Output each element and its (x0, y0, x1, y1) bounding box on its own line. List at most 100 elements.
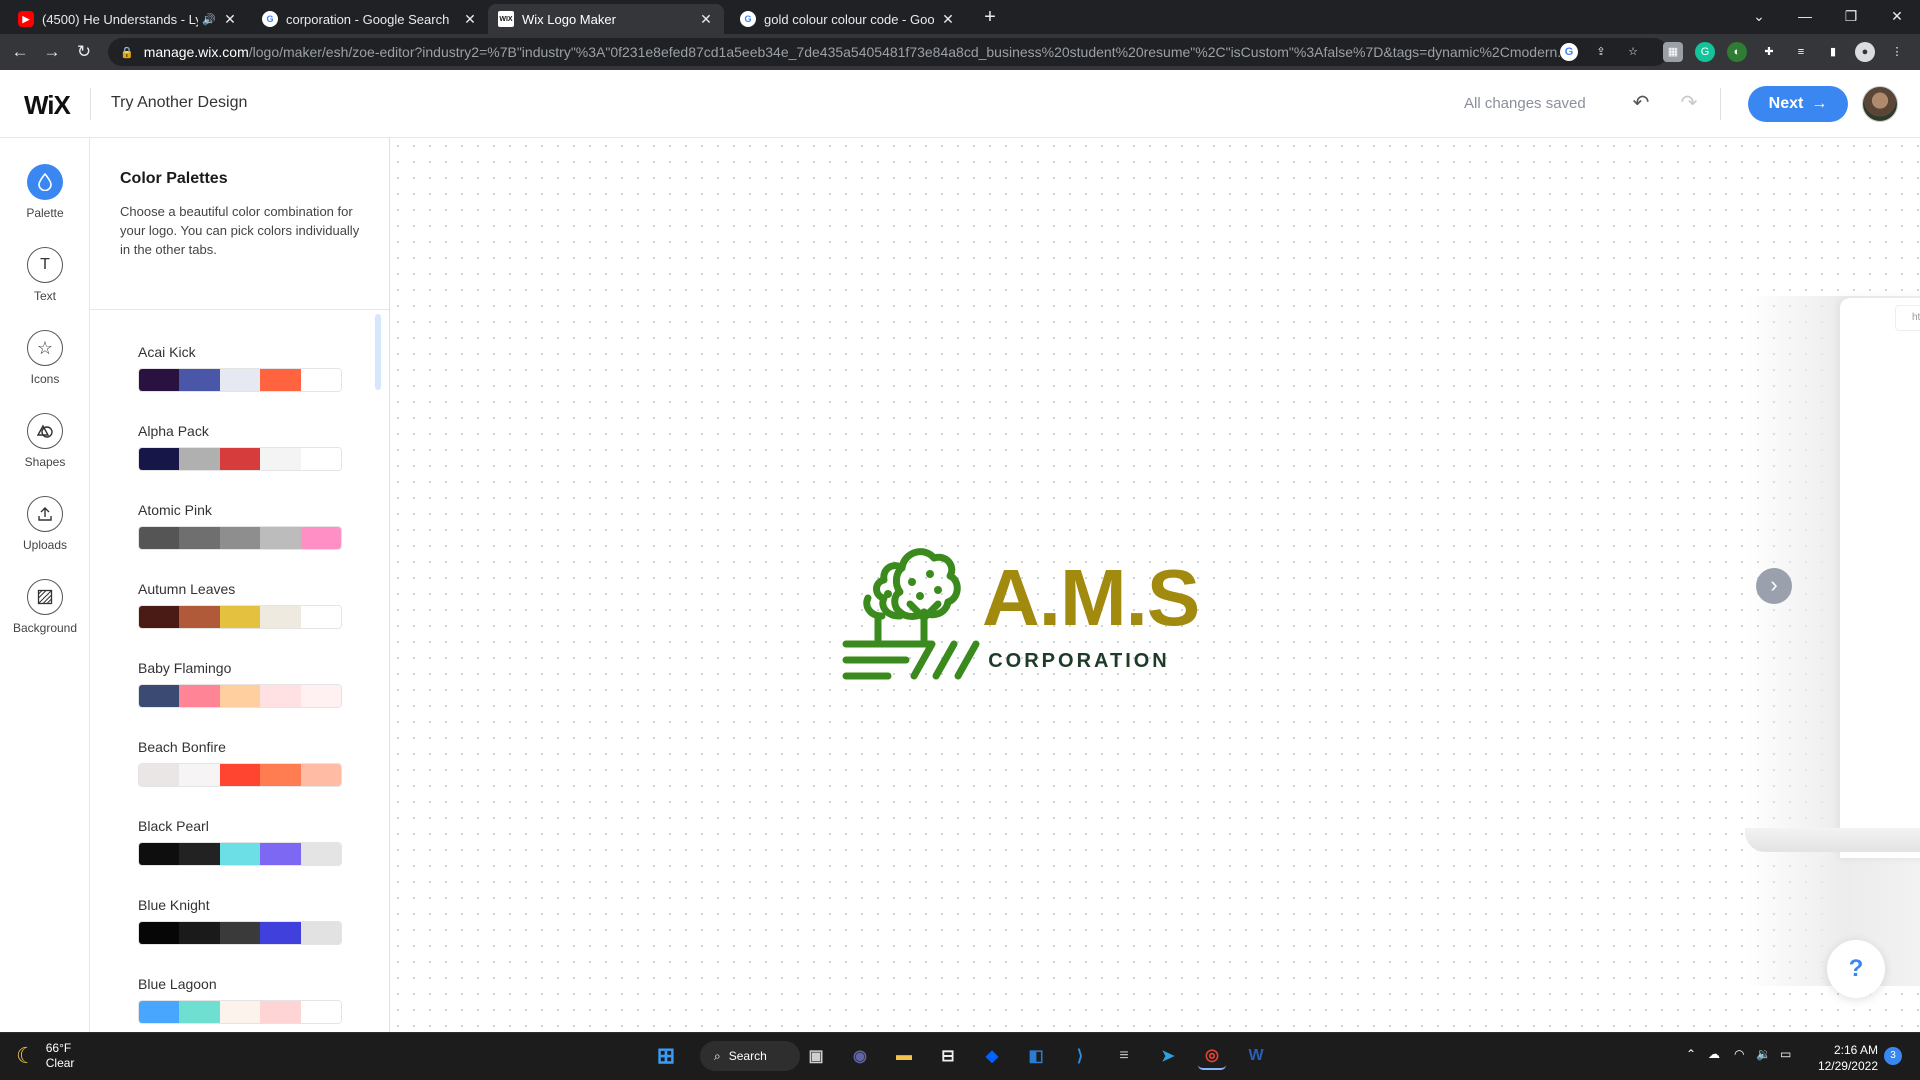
rail-item-text[interactable]: T Text (0, 247, 90, 303)
wix-icon: WIX (498, 11, 514, 27)
color-swatch (300, 606, 341, 628)
palette-list: Acai Kick Alpha Pack Atomic Pink Autumn Lea… (90, 310, 389, 1032)
extensions-puzzle-icon[interactable]: ✚ (1759, 42, 1779, 62)
address-bar[interactable]: 🔒 manage.wix.com/logo/maker/esh/zoe-edit… (108, 38, 1668, 66)
tray-chevron-up-icon[interactable]: ⌃ (1686, 1047, 1696, 1061)
back-arrow-icon[interactable]: ← (8, 40, 32, 64)
vs-code-icon[interactable]: ⟩ (1066, 1042, 1094, 1070)
next-preview-arrow-icon[interactable]: › (1756, 568, 1792, 604)
browser-tab-wix-logo-maker[interactable]: WIX Wix Logo Maker ✕ (488, 4, 724, 34)
tab-search-chevron-icon[interactable]: ⌄ (1736, 4, 1782, 28)
palette-name: Beach Bonfire (138, 739, 226, 755)
browser-tab-corporation[interactable]: G corporation - Google Search ✕ (252, 4, 488, 34)
weather-condition: Clear (45, 1056, 75, 1070)
browser-menu-icon[interactable]: ⋮ (1887, 42, 1907, 62)
user-avatar[interactable] (1862, 86, 1898, 122)
rail-item-shapes[interactable]: Shapes (0, 413, 90, 469)
next-button[interactable]: Next → (1748, 86, 1848, 122)
editor-tool-rail: Palette T Text ☆ Icons Shapes Uploads Ba… (0, 138, 90, 1032)
volume-icon[interactable]: 🔉 (1756, 1047, 1771, 1061)
browser-tab-strip: ▶ (4500) He Understands - Lyri 🔊 ✕ G cor… (0, 0, 1920, 34)
palette-option[interactable]: Beach Bonfire (138, 739, 342, 787)
teams-chat-icon[interactable]: ◉ (846, 1042, 874, 1070)
side-panel-icon[interactable]: ▮ (1823, 42, 1843, 62)
logo-artwork[interactable]: A.M.S CORPORATION (842, 532, 1222, 682)
wifi-icon[interactable]: ◠ (1734, 1047, 1744, 1061)
new-tab-button[interactable]: + (978, 6, 1002, 30)
tab-title: gold colour colour code - Google (764, 11, 934, 27)
microsoft-store-icon[interactable]: ⊟ (934, 1042, 962, 1070)
rail-item-icons[interactable]: ☆ Icons (0, 330, 90, 386)
profile-avatar-icon[interactable]: ● (1855, 42, 1875, 62)
panel-title: Color Palettes (120, 170, 228, 187)
palette-option[interactable]: Alpha Pack (138, 423, 342, 471)
task-view-icon[interactable]: ▣ (802, 1042, 830, 1070)
close-window-button[interactable]: ✕ (1874, 4, 1920, 28)
shapes-icon (27, 413, 63, 449)
weather-widget[interactable]: ☾ 66°F Clear (16, 1041, 74, 1071)
panel-scrollbar[interactable] (375, 314, 381, 390)
rail-item-background[interactable]: Background (0, 579, 90, 635)
moon-icon: ☾ (16, 1043, 36, 1068)
google-lens-icon[interactable]: G (1560, 43, 1578, 61)
close-tab-icon[interactable]: ✕ (222, 11, 238, 27)
header-divider (90, 88, 91, 120)
color-swatch (139, 369, 180, 391)
windows-start-icon[interactable]: ⊞ (652, 1042, 680, 1070)
palette-option[interactable]: Acai Kick (138, 344, 342, 392)
battery-icon[interactable]: ▭ (1780, 1047, 1791, 1061)
redo-icon[interactable]: ↷ (1676, 90, 1702, 116)
browser-tab-gold-colour[interactable]: G gold colour colour code - Google ✕ (730, 4, 966, 34)
color-swatch (179, 922, 220, 944)
bitwarden-icon[interactable]: ◧ (1022, 1042, 1050, 1070)
share-icon[interactable]: ⇪ (1592, 43, 1610, 61)
word-icon[interactable]: W (1242, 1042, 1270, 1070)
palette-option[interactable]: Autumn Leaves (138, 581, 342, 629)
weather-text: 66°F Clear (46, 1041, 75, 1071)
bookmark-star-icon[interactable]: ☆ (1624, 43, 1642, 61)
browser-tab-youtube[interactable]: ▶ (4500) He Understands - Lyri 🔊 ✕ (8, 4, 248, 34)
lock-icon[interactable]: 🔒 (120, 46, 134, 59)
rail-item-palette[interactable]: Palette (0, 164, 90, 220)
color-swatch (179, 843, 220, 865)
audio-playing-icon[interactable]: 🔊 (202, 13, 216, 26)
extension-leaf-icon[interactable]: ◐ (1727, 42, 1747, 62)
undo-icon[interactable]: ↶ (1628, 90, 1654, 116)
help-button[interactable]: ? (1827, 940, 1885, 998)
reading-list-icon[interactable]: ≡ (1791, 42, 1811, 62)
close-tab-icon[interactable]: ✕ (940, 11, 956, 27)
telegram-icon[interactable]: ➤ (1154, 1042, 1182, 1070)
palette-name: Blue Lagoon (138, 976, 217, 992)
palette-option[interactable]: Baby Flamingo (138, 660, 342, 708)
notification-badge[interactable]: 3 (1884, 1047, 1902, 1065)
file-explorer-icon[interactable]: ▬ (890, 1042, 918, 1070)
forward-arrow-icon[interactable]: → (40, 40, 64, 64)
clock-date: 12/29/2022 (1817, 1059, 1878, 1073)
close-tab-icon[interactable]: ✕ (462, 11, 478, 27)
onedrive-cloud-icon[interactable]: ☁ (1708, 1047, 1720, 1061)
palette-option[interactable]: Black Pearl (138, 818, 342, 866)
palette-option[interactable]: Atomic Pink (138, 502, 342, 550)
close-tab-icon[interactable]: ✕ (698, 11, 714, 27)
palette-swatches (138, 921, 342, 945)
wix-logo[interactable]: WiX (24, 90, 71, 121)
reload-icon[interactable]: ↻ (72, 40, 96, 64)
palette-option[interactable]: Blue Knight (138, 897, 342, 945)
star-icon: ☆ (27, 330, 63, 366)
url-path: /logo/maker/esh/zoe-editor?industry2=%7B… (248, 44, 1564, 60)
try-another-design-link[interactable]: Try Another Design (111, 94, 247, 112)
database-icon[interactable]: ≡ (1110, 1042, 1138, 1070)
chrome-icon[interactable]: ◎ (1198, 1042, 1226, 1070)
restore-button[interactable]: ❐ (1828, 4, 1874, 28)
dropbox-icon[interactable]: ◆ (978, 1042, 1006, 1070)
taskbar-search[interactable]: ⌕ Search (700, 1041, 800, 1071)
palette-option[interactable]: Blue Lagoon (138, 976, 342, 1024)
mockup-stand (1745, 828, 1920, 852)
system-clock[interactable]: 2:16 AM 12/29/2022 (1812, 1042, 1878, 1074)
background-icon (27, 579, 63, 615)
grammarly-icon[interactable]: G (1695, 42, 1715, 62)
rail-item-uploads[interactable]: Uploads (0, 496, 90, 552)
color-swatch (139, 606, 180, 628)
minimize-button[interactable]: — (1782, 4, 1828, 28)
extension-screenshot-icon[interactable]: ▦ (1663, 42, 1683, 62)
